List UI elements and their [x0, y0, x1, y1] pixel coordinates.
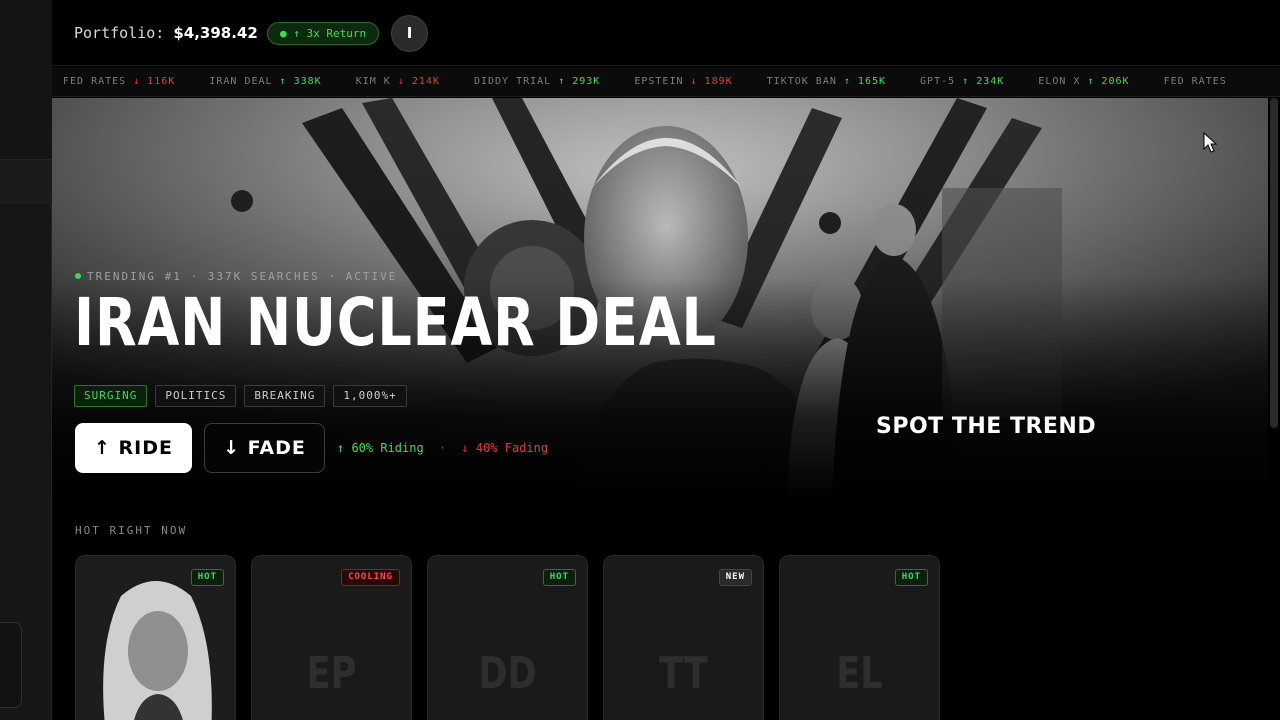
ticker-item[interactable]: EPSTEIN ↓ 189K [634, 76, 732, 87]
portfolio-value: $4,398.42 [173, 24, 258, 42]
card-badge: HOT [894, 569, 928, 586]
fade-button[interactable]: ↓ FADE [204, 423, 325, 473]
sidebar-nav-item[interactable] [0, 160, 52, 204]
card-badge: HOT [542, 569, 576, 586]
ticker-item-name: EPSTEIN [634, 76, 684, 87]
sentiment-split: ↑ 60% Riding · ↓ 40% Fading [337, 441, 548, 455]
ticker-item[interactable]: DIDDY TRIAL ↑ 293K [474, 76, 600, 87]
top-header: Portfolio: $4,398.42 ● ↑ 3x Return I [52, 0, 1280, 66]
ticker-track: FED RATES ↓ 116K IRAN DEAL ↑ 338K KIM K ↓ … [63, 76, 1261, 87]
page-title: IRAN NUCLEAR DEAL [74, 284, 717, 361]
ticker-item-name: ELON X [1038, 76, 1081, 87]
ticker-item-change: ↑ 234K [955, 76, 1005, 87]
ticker-item-name: TIKTOK BAN [766, 76, 837, 87]
riding-percent: ↑ 60% Riding [337, 441, 424, 455]
trend-meta: TRENDING #1 · 337K SEARCHES · ACTIVE [75, 270, 397, 283]
ticker-item-change: ↓ 116K [126, 76, 176, 87]
hot-cards: HOT COOLING EP HOT DD NEW TT HOT EL [75, 555, 940, 720]
ticker-item[interactable]: FED RATES [1164, 76, 1227, 87]
trend-card[interactable]: COOLING EP [251, 555, 412, 720]
ticker-item-change: ↓ 214K [390, 76, 440, 87]
trend-ticker: FED RATES ↓ 116K IRAN DEAL ↑ 338K KIM K ↓ … [52, 67, 1280, 97]
ticker-item-name: DIDDY TRIAL [473, 76, 552, 87]
sidebar-bottom-card[interactable] [0, 622, 22, 708]
tag-politics: POLITICS [155, 385, 237, 407]
tag-surging: SURGING [74, 385, 148, 407]
card-initials: EL [836, 648, 883, 699]
left-sidebar [0, 0, 52, 720]
ticker-item[interactable]: TIKTOK BAN ↑ 165K [767, 76, 886, 87]
ticker-item[interactable]: FED RATES ↓ 116K [63, 76, 175, 87]
sidebar-top-panel [0, 0, 52, 160]
card-initials: DD [478, 648, 537, 699]
ticker-item-change: ↑ 165K [836, 76, 887, 87]
trend-card[interactable]: HOT [75, 555, 236, 720]
avatar[interactable]: I [391, 15, 428, 52]
portfolio-label: Portfolio: [74, 24, 165, 42]
status-dot-icon [75, 273, 81, 279]
trend-card[interactable]: HOT EL [779, 555, 940, 720]
tag-breaking: BREAKING [244, 385, 326, 407]
ticker-item[interactable]: GPT-5 ↑ 234K [920, 76, 1004, 87]
sentiment-separator: · [438, 441, 447, 455]
spot-the-trend-caption: SPOT THE TREND [876, 414, 1097, 439]
fading-percent: ↓ 40% Fading [461, 441, 549, 455]
trend-card[interactable]: NEW TT [603, 555, 764, 720]
trend-tags: SURGING POLITICS BREAKING 1,000%+ [74, 385, 407, 407]
ticker-item-name: FED RATES [63, 76, 127, 87]
ticker-item-change: ↑ 338K [272, 76, 322, 87]
ticker-item-change: ↓ 189K [683, 76, 733, 87]
card-badge: HOT [190, 569, 224, 586]
trend-card[interactable]: HOT DD [427, 555, 588, 720]
ticker-item-change: ↑ 206K [1080, 76, 1130, 87]
return-badge: ● ↑ 3x Return [267, 22, 380, 45]
ticker-item[interactable]: IRAN DEAL ↑ 338K [209, 76, 321, 87]
ticker-item-name: GPT-5 [920, 76, 956, 87]
card-badge: COOLING [341, 569, 400, 586]
card-initials: EP [306, 648, 357, 699]
ticker-item-change: ↑ 293K [551, 76, 601, 87]
portfolio-summary: Portfolio: $4,398.42 [74, 24, 258, 42]
card-initials: TT [659, 648, 708, 699]
scrollbar[interactable] [1270, 98, 1278, 428]
ride-button[interactable]: ↑ RIDE [75, 423, 192, 473]
ticker-item-name: FED RATES [1163, 76, 1227, 87]
ticker-item-name: KIM K [355, 76, 391, 87]
section-title-hot: HOT RIGHT NOW [75, 524, 188, 537]
trend-meta-text: TRENDING #1 · 337K SEARCHES · ACTIVE [87, 270, 398, 283]
ticker-item-name: IRAN DEAL [209, 76, 273, 87]
mouse-cursor-icon [1203, 132, 1218, 153]
tag-growth: 1,000%+ [333, 385, 407, 407]
ticker-item[interactable]: ELON X ↑ 206K [1038, 76, 1129, 87]
ticker-item[interactable]: KIM K ↓ 214K [356, 76, 440, 87]
card-badge: NEW [718, 569, 752, 586]
